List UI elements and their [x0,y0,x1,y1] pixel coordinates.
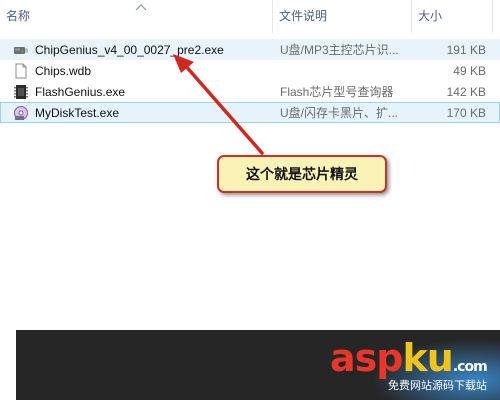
file-name: Chips.wdb [35,64,92,78]
file-name: MyDiskTest.exe [35,106,120,120]
file-row[interactable]: FlashGenius.exe Flash芯片型号查询器 142 KB [0,81,500,102]
annotation-callout: 这个就是芯片精灵 [217,155,387,193]
watermark-letter: s [354,336,378,380]
column-header-name[interactable]: 名称 [0,0,272,33]
column-divider[interactable] [492,0,493,33]
file-description: Flash芯片型号查询器 [280,85,394,99]
watermark-letter: u [426,336,454,380]
watermark-letter: a [330,336,356,380]
file-description: U盘/闪存卡黑片、扩... [280,106,399,120]
file-description [280,61,410,82]
file-list: ChipGenius_v4_00_0027_pre2.exe U盘/MP3主控芯… [0,39,500,123]
file-size: 49 KB [453,64,486,78]
chip-icon [14,85,28,99]
column-header-size[interactable]: 大小 [412,0,492,33]
usb-drive-icon [14,47,28,54]
file-row[interactable]: MyDiskTest.exe U盘/闪存卡黑片、扩... 170 KB [0,102,500,123]
file-description: U盘/MP3主控芯片识... [280,43,399,57]
file-name: FlashGenius.exe [35,85,126,99]
file-size: 142 KB [446,85,486,99]
column-header-description[interactable]: 文件说明 [273,0,411,33]
watermark-letter: p [376,336,403,380]
watermark-letter: k [402,336,427,380]
file-name: ChipGenius_v4_00_0027_pre2.exe [35,43,224,57]
file-size: 170 KB [446,106,486,120]
file-size: 191 KB [446,43,486,57]
disk-test-icon [14,106,28,120]
watermark-subtitle: 免费网站源码下载站 [388,379,487,392]
file-row[interactable]: Chips.wdb 49 KB [0,60,500,81]
document-icon [15,63,27,79]
file-row[interactable]: ChipGenius_v4_00_0027_pre2.exe U盘/MP3主控芯… [0,39,500,60]
column-header-bar: 名称 文件说明 大小 [0,0,500,33]
